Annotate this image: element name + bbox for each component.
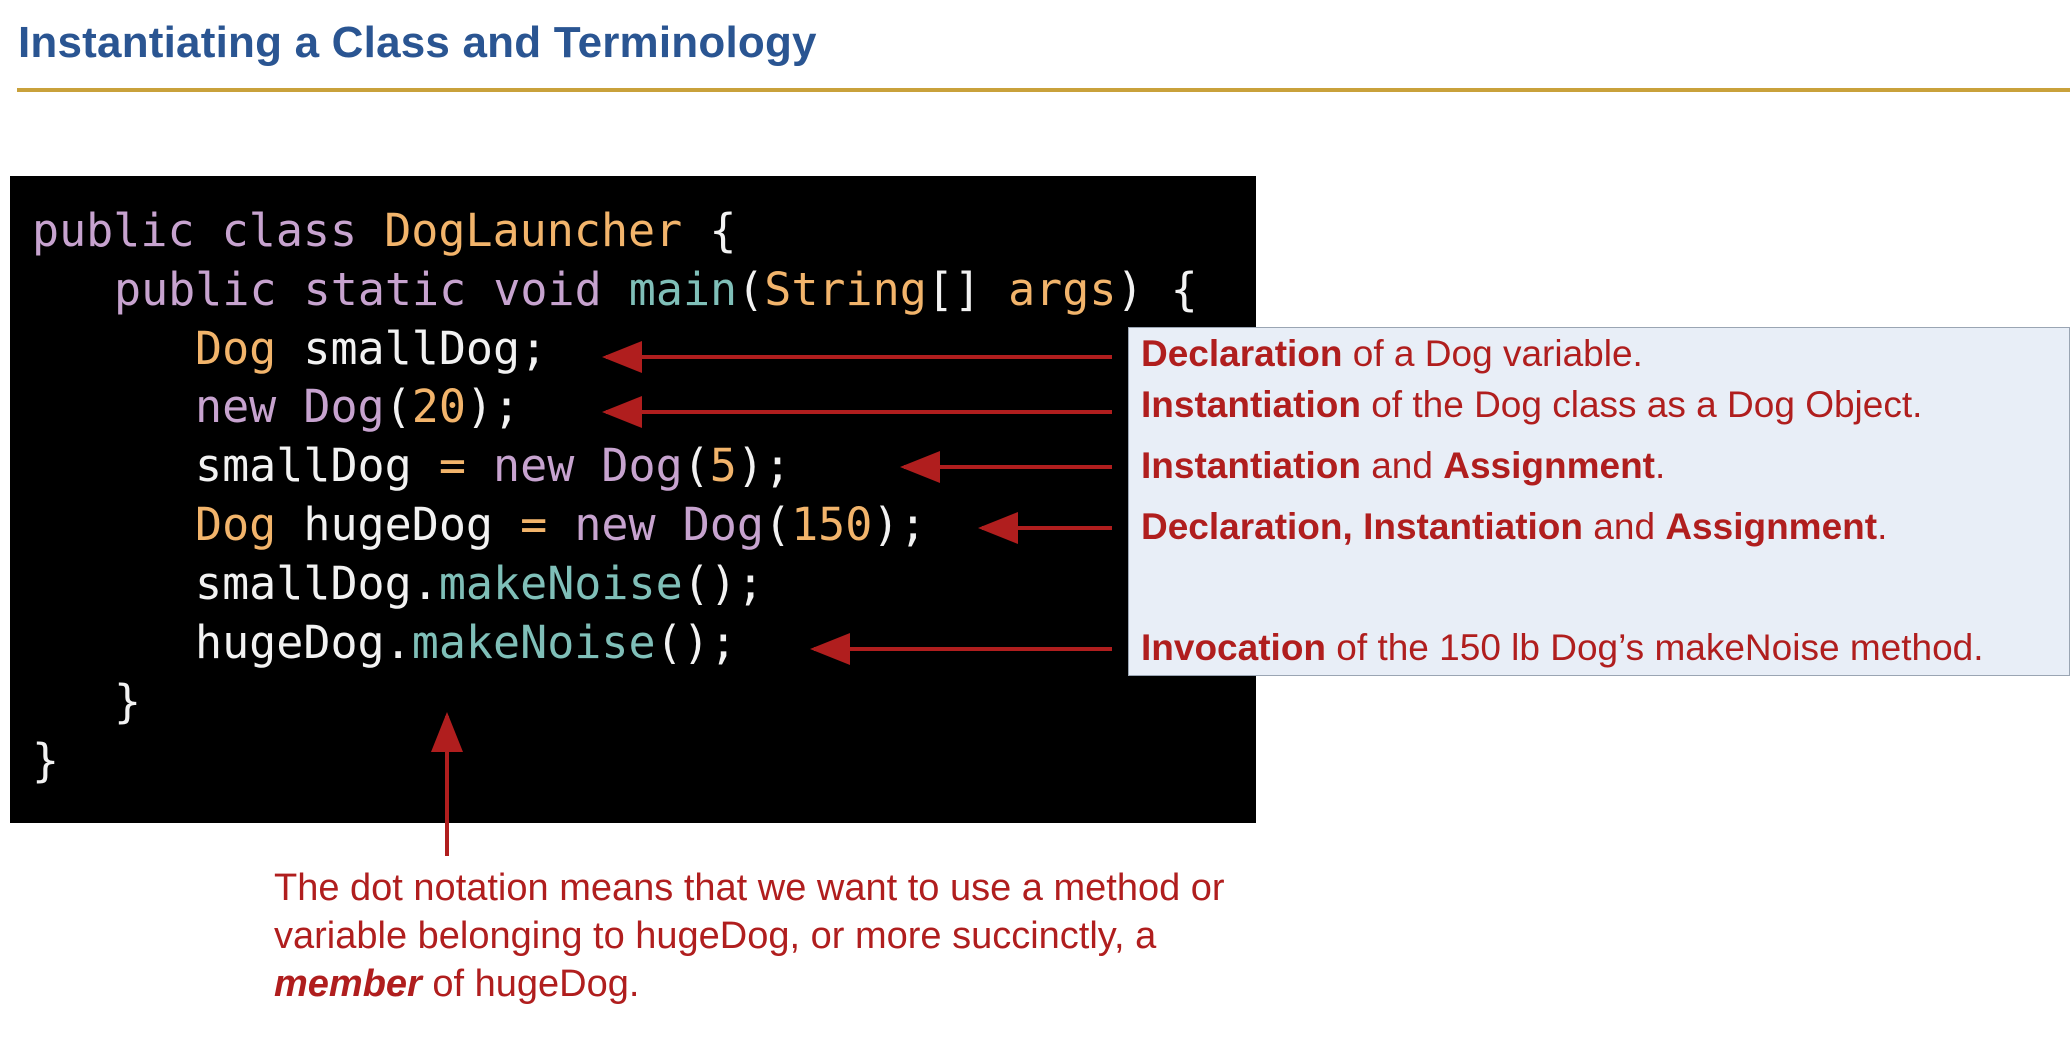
note-text: The dot notation means that we want to u… (274, 867, 1225, 957)
note-text-end: of hugeDog. (421, 963, 640, 1005)
term-member: member (274, 963, 422, 1005)
dot-notation-note: The dot notation means that we want to u… (274, 864, 1234, 1008)
